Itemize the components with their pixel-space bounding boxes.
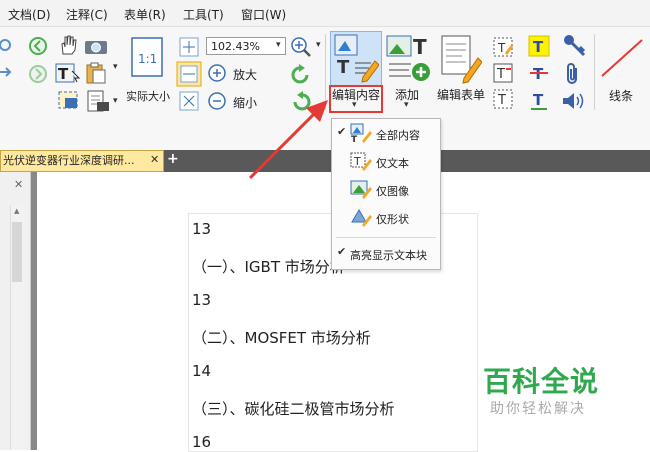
svg-text:T: T [496, 67, 505, 82]
zoom-in-icon[interactable] [290, 36, 312, 58]
underline-text-icon[interactable]: T [528, 89, 550, 111]
doc-line: （二）、MOSFET 市场分析 [192, 329, 371, 347]
menu-item-label: 仅文本 [376, 157, 409, 170]
menu-item-highlight-text-blocks[interactable]: ✔ 高亮显示文本块 [332, 240, 440, 266]
menu-annotate[interactable]: 注释(C) [66, 6, 108, 23]
text-select-icon[interactable]: T [55, 62, 81, 84]
add-tab-icon[interactable]: + [167, 151, 179, 167]
watermark-subtitle: 助你轻松解决 [490, 401, 586, 417]
close-icon[interactable]: ✕ [150, 153, 159, 166]
zoom-input[interactable]: 102.43% [206, 37, 286, 55]
clipboard-icon[interactable] [84, 61, 108, 85]
svg-text:T: T [533, 38, 544, 56]
fit-page-icon[interactable] [178, 36, 200, 58]
doc-line: 13 [192, 220, 212, 238]
zoom-in-button-icon[interactable] [207, 63, 227, 83]
watermark-title: 百科全说 [483, 365, 600, 398]
red-arrow-annotation [248, 100, 328, 180]
doc-line: 14 [192, 362, 212, 380]
zoom-out-button-icon[interactable] [207, 91, 227, 111]
image-only-icon [350, 180, 372, 199]
menu-item-label: 高亮显示文本块 [350, 249, 427, 262]
menu-item-shape-only[interactable]: 仅形状 [332, 204, 440, 230]
fit-width-icon[interactable] [176, 61, 202, 87]
rotate-left-icon[interactable] [290, 64, 312, 86]
edit-form-label[interactable]: 编辑表单 [437, 86, 485, 103]
svg-text:T: T [58, 65, 69, 83]
check-icon: ✔ [337, 245, 347, 258]
actual-size-icon[interactable]: 1:1 [130, 36, 166, 80]
svg-text:T: T [497, 41, 506, 55]
shape-only-icon [351, 209, 372, 227]
key-icon[interactable] [562, 33, 586, 57]
lines-label[interactable]: 线条 [609, 87, 633, 104]
menu-bar: 文档(D) 注释(C) 表单(R) 工具(T) 窗口(W) [0, 0, 650, 27]
actual-size-label[interactable]: 实际大小 [126, 88, 170, 104]
doc-line: （一）、IGBT 市场分析 [192, 258, 345, 276]
zoom-in-label[interactable]: 放大 [233, 66, 257, 83]
menu-divider [336, 237, 436, 238]
svg-text:T: T [497, 93, 506, 108]
menu-item-image-only[interactable]: 仅图像 [332, 176, 440, 202]
check-icon: ✔ [337, 125, 347, 138]
svg-text:T: T [413, 35, 427, 59]
dropdown-arrow-icon[interactable]: ▾ [113, 96, 118, 106]
chevron-down-icon[interactable]: ▾ [276, 40, 281, 50]
strikeout-text-icon[interactable]: T [528, 62, 550, 84]
dropdown-arrow-icon[interactable]: ▾ [404, 100, 409, 110]
forward-icon[interactable] [28, 64, 48, 84]
add-icon[interactable]: T [385, 34, 433, 84]
menu-window[interactable]: 窗口(W) [241, 6, 286, 23]
svg-text:T: T [351, 135, 358, 143]
sound-icon[interactable] [561, 90, 585, 112]
edit-form-icon[interactable] [440, 34, 482, 84]
all-content-icon: T [350, 123, 372, 143]
svg-text:T: T [533, 91, 544, 109]
svg-text:T: T [353, 155, 361, 168]
doc-line: 16 [192, 433, 212, 451]
attachment-icon[interactable] [564, 62, 582, 86]
file-tool-icon[interactable] [85, 89, 111, 113]
dropdown-arrow-icon[interactable]: ▾ [113, 62, 118, 72]
doc-line: （三）、碳化硅二极管市场分析 [192, 400, 395, 418]
menu-item-label: 全部内容 [376, 129, 420, 142]
close-icon[interactable]: ✕ [14, 178, 23, 191]
fit-visible-icon[interactable] [178, 90, 200, 112]
menu-item-all-content[interactable]: ✔ T 全部内容 [332, 120, 440, 146]
scroll-up-icon[interactable]: ▲ [14, 207, 19, 215]
edit-content-icon[interactable]: T [333, 33, 379, 83]
scroll-thumb[interactable] [12, 222, 22, 282]
menu-document[interactable]: 文档(D) [8, 6, 51, 23]
menu-tools[interactable]: 工具(T) [183, 6, 224, 23]
arrow-icon[interactable] [0, 65, 12, 79]
doc-line: 13 [192, 291, 212, 309]
menu-item-text-only[interactable]: T 仅文本 [332, 148, 440, 174]
line-icon[interactable] [598, 36, 646, 80]
circle-icon[interactable] [0, 38, 12, 52]
back-icon[interactable] [28, 36, 48, 56]
select-area-icon[interactable] [57, 90, 81, 112]
dropdown-arrow-icon[interactable]: ▾ [316, 40, 321, 50]
edit-content-dropdown: ✔ T 全部内容 T 仅文本 仅图像 仅形状 ✔ 高亮显示文本块 [331, 118, 441, 270]
menu-item-label: 仅图像 [376, 185, 409, 198]
menu-item-label: 仅形状 [376, 213, 409, 226]
divider [594, 34, 595, 110]
menu-form[interactable]: 表单(R) [124, 6, 166, 23]
text-only-icon: T [350, 152, 372, 171]
form-field-icon[interactable]: T [492, 36, 514, 58]
highlight-text-icon[interactable]: T [528, 35, 550, 57]
dropdown-arrow-icon[interactable]: ▾ [352, 100, 357, 110]
text-field-icon[interactable]: T [492, 62, 514, 84]
text-box-icon[interactable]: T [492, 88, 514, 110]
tab-document[interactable]: 光伏逆变器行业深度调研... [0, 150, 164, 172]
svg-text:T: T [337, 57, 350, 78]
page-shadow-edge [31, 172, 37, 450]
camera-icon[interactable] [84, 37, 108, 55]
svg-text:1:1: 1:1 [138, 52, 157, 66]
hand-icon[interactable] [58, 34, 78, 56]
